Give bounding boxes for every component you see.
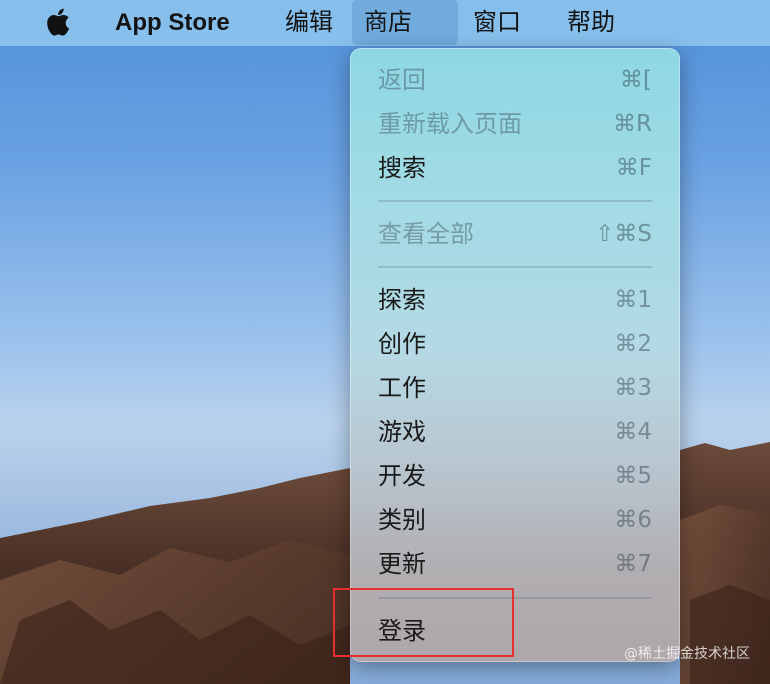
menubar-item-store[interactable]: 商店 xyxy=(352,0,458,45)
menu-bar: App Store 编辑 商店 窗口 帮助 xyxy=(0,0,770,46)
menu-item-label: 返回 xyxy=(378,66,426,94)
menu-item-shortcut: ⌘1 xyxy=(614,287,652,313)
menu-item-label: 创作 xyxy=(378,330,426,358)
menu-item-back: 返回 ⌘[ xyxy=(378,58,652,102)
menu-item-reload-page: 重新载入页面 ⌘R xyxy=(378,102,652,146)
sign-in-highlight-box xyxy=(333,588,514,657)
menu-item-label: 探索 xyxy=(378,286,426,314)
menu-item-create[interactable]: 创作 ⌘2 xyxy=(378,322,652,366)
menu-item-label: 游戏 xyxy=(378,418,426,446)
menu-item-label: 类别 xyxy=(378,506,426,534)
watermark-text: @稀土掘金技术社区 xyxy=(624,646,750,662)
apple-logo-icon[interactable] xyxy=(42,6,72,38)
menubar-item-help[interactable]: 帮助 xyxy=(554,0,628,45)
menu-item-view-all: 查看全部 ⇧⌘S xyxy=(378,212,652,256)
menu-item-label: 更新 xyxy=(378,550,426,578)
menu-item-label: 查看全部 xyxy=(378,220,474,248)
menu-item-discover[interactable]: 探索 ⌘1 xyxy=(378,278,652,322)
menu-item-shortcut: ⌘R xyxy=(613,111,652,137)
menu-item-label: 工作 xyxy=(378,374,426,402)
menu-separator xyxy=(378,200,652,202)
menu-item-shortcut: ⌘2 xyxy=(614,331,652,357)
menu-item-develop[interactable]: 开发 ⌘5 xyxy=(378,454,652,498)
menu-item-work[interactable]: 工作 ⌘3 xyxy=(378,366,652,410)
menu-item-games[interactable]: 游戏 ⌘4 xyxy=(378,410,652,454)
menu-item-categories[interactable]: 类别 ⌘6 xyxy=(378,498,652,542)
menu-item-label: 开发 xyxy=(378,462,426,490)
menu-item-shortcut: ⌘7 xyxy=(614,551,652,577)
menu-item-shortcut: ⌘5 xyxy=(614,463,652,489)
menu-item-shortcut: ⌘F xyxy=(615,155,652,181)
menubar-app-name[interactable]: App Store xyxy=(102,0,243,45)
menu-item-shortcut: ⌘6 xyxy=(614,507,652,533)
menu-item-shortcut: ⌘4 xyxy=(614,419,652,445)
menu-item-label: 重新载入页面 xyxy=(378,110,522,138)
menubar-item-edit[interactable]: 编辑 xyxy=(272,0,346,45)
menu-item-shortcut: ⌘[ xyxy=(620,67,652,93)
menu-item-label: 搜索 xyxy=(378,154,426,182)
menu-item-updates[interactable]: 更新 ⌘7 xyxy=(378,542,652,586)
menubar-item-window[interactable]: 窗口 xyxy=(460,0,534,45)
menu-item-shortcut: ⇧⌘S xyxy=(595,221,652,247)
menu-item-search[interactable]: 搜索 ⌘F xyxy=(378,146,652,190)
menu-separator xyxy=(378,266,652,268)
menu-item-shortcut: ⌘3 xyxy=(614,375,652,401)
store-dropdown-menu: 返回 ⌘[ 重新载入页面 ⌘R 搜索 ⌘F 查看全部 ⇧⌘S 探索 ⌘1 创作 … xyxy=(350,48,680,662)
